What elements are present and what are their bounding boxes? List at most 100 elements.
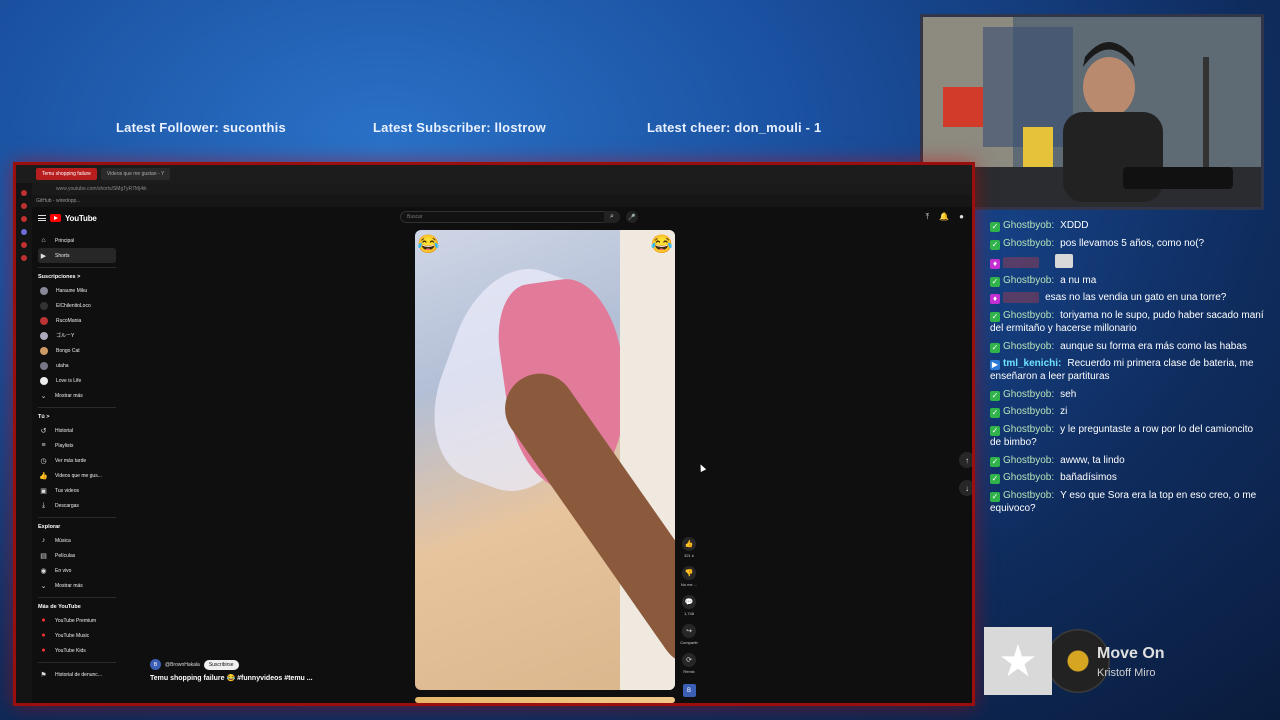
channel-handle[interactable]: @BrownHakala bbox=[165, 662, 200, 668]
tab-active[interactable]: Temu shopping failure bbox=[36, 168, 97, 180]
tab-bar: Temu shopping failure Videos que me gust… bbox=[16, 165, 972, 183]
video-icon: ▣ bbox=[40, 487, 47, 495]
rail-icon[interactable] bbox=[21, 255, 27, 261]
chat-username[interactable]: Ghostbyob: bbox=[1003, 238, 1054, 249]
yt-sidebar: YouTube ⌂ Principal ▶ Shorts Suscripcion… bbox=[32, 207, 122, 703]
tab-liked-videos[interactable]: Videos que me gustan - Y bbox=[100, 168, 171, 180]
chat-username[interactable] bbox=[1003, 292, 1040, 304]
check-badge-icon: ✓ bbox=[990, 342, 1000, 353]
chat-username[interactable]: Ghostbyob: bbox=[1003, 310, 1054, 321]
chat-message: ✓ Ghostbyob: toriyama no le supo, pudo hab… bbox=[990, 309, 1266, 335]
chat-username[interactable]: Ghostbyob: bbox=[1003, 406, 1054, 417]
channel-avatar bbox=[40, 376, 48, 385]
nav-label: Playlists bbox=[55, 442, 74, 449]
search-icon[interactable]: ⌕ bbox=[604, 211, 620, 223]
sub-label: ゴルーY bbox=[56, 333, 75, 339]
url-text[interactable]: www.youtube.com/shorts/SMgTyR7Mj4ik bbox=[56, 186, 147, 192]
subscriptions-title[interactable]: Suscripciones > bbox=[38, 274, 116, 280]
rail-icon[interactable] bbox=[21, 190, 27, 196]
sub-item[interactable]: utaha bbox=[38, 358, 116, 373]
chat-message: ✓ Ghostbyob: bañadísimos bbox=[990, 471, 1266, 485]
nav-movies[interactable]: ▤ Películas bbox=[38, 548, 116, 563]
mic-icon[interactable]: 🎤 bbox=[626, 211, 638, 223]
nav-yt-kids[interactable]: ● YouTube Kids bbox=[38, 643, 116, 658]
like-icon[interactable]: 👍 bbox=[682, 537, 696, 551]
channel-thumbnail[interactable]: B bbox=[682, 684, 696, 697]
chat-message: ✓ Ghostbyob: y le preguntaste a row por lo… bbox=[990, 423, 1266, 449]
yt-logo[interactable]: YouTube bbox=[38, 211, 116, 225]
bookmark-github[interactable]: GitHub - wiredopp... bbox=[36, 198, 80, 204]
nav-live[interactable]: ◉ En vivo bbox=[38, 563, 116, 578]
chat-username[interactable]: Ghostbyob: bbox=[1003, 220, 1054, 231]
share-icon[interactable]: ↪ bbox=[682, 624, 696, 638]
nav-yt-music[interactable]: ● YouTube Music bbox=[38, 628, 116, 643]
comment-icon[interactable]: 💬 bbox=[682, 595, 696, 609]
sub-item[interactable]: ゴルーY bbox=[38, 328, 116, 343]
chat-username[interactable]: tml_kenichi: bbox=[1003, 358, 1061, 369]
nav-principal[interactable]: ⌂ Principal bbox=[38, 233, 116, 248]
nav-liked[interactable]: 👍 Videos que me gus... bbox=[38, 468, 116, 483]
nav-explore-more[interactable]: ⌄ Mostrar más bbox=[38, 578, 116, 593]
youtube-page: YouTube ⌂ Principal ▶ Shorts Suscripcion… bbox=[32, 207, 972, 703]
chat-username[interactable]: Ghostbyob: bbox=[1003, 472, 1054, 483]
nav-yt-premium[interactable]: ● YouTube Premium bbox=[38, 613, 116, 628]
nav-label: Películas bbox=[55, 552, 76, 559]
arrow-down-icon[interactable]: ↓ bbox=[959, 480, 972, 496]
chat-username[interactable]: Ghostbyob: bbox=[1003, 389, 1054, 400]
address-bar[interactable]: www.youtube.com/shorts/SMgTyR7Mj4ik bbox=[16, 183, 972, 195]
you-title[interactable]: Tú > bbox=[38, 414, 116, 420]
subscribe-button[interactable]: Suscribirse bbox=[203, 659, 239, 670]
nav-report-history[interactable]: ⚑ Historial de denunc... bbox=[38, 667, 116, 682]
chevron-down-icon: ⌄ bbox=[40, 582, 47, 590]
channel-avatar bbox=[40, 301, 48, 310]
sub-label: RucoMania bbox=[56, 317, 82, 324]
nav-playlists[interactable]: ≡ Playlists bbox=[38, 438, 116, 453]
sub-item[interactable]: RucoMania bbox=[38, 313, 116, 328]
rail-icon[interactable] bbox=[21, 242, 27, 248]
nav-downloads[interactable]: ⤓ Descargas bbox=[38, 498, 116, 513]
chat-username[interactable]: Ghostbyob: bbox=[1003, 455, 1054, 466]
chat-username[interactable] bbox=[1003, 257, 1040, 269]
bell-icon[interactable]: 🔔 bbox=[939, 212, 949, 222]
dislike-icon[interactable]: 👎 bbox=[682, 566, 696, 580]
chat-text: awww, ta lindo bbox=[1060, 454, 1125, 466]
music-icon: ♪ bbox=[41, 537, 46, 544]
check-badge-icon: ✓ bbox=[990, 456, 1000, 467]
sub-item[interactable]: Haraune Miku bbox=[38, 283, 116, 298]
short-title[interactable]: Temu shopping failure 😂 #funnyvideos #te… bbox=[150, 674, 313, 682]
rail-icon[interactable] bbox=[21, 216, 27, 222]
sub-item[interactable]: Love is Life bbox=[38, 373, 116, 388]
nav-watch-later[interactable]: ◷ Ver más tarde bbox=[38, 453, 116, 468]
gem-badge-icon: ♦ bbox=[990, 294, 1000, 305]
upload-icon[interactable]: ⤒ bbox=[926, 212, 930, 222]
check-badge-icon: ✓ bbox=[990, 390, 1000, 401]
search-input[interactable]: Buscar bbox=[400, 211, 610, 223]
share-label: Compartir bbox=[680, 640, 698, 645]
channel-avatar bbox=[40, 361, 48, 370]
nav-shorts[interactable]: ▶ Shorts bbox=[38, 248, 116, 263]
sub-label: Haraune Miku bbox=[56, 287, 88, 294]
short-video-player[interactable]: 😂 😂 bbox=[415, 230, 675, 690]
channel-avatar[interactable]: B bbox=[150, 659, 161, 670]
nav-music[interactable]: ♪ Música bbox=[38, 533, 116, 548]
show-more-subs[interactable]: ⌄ Mostrar más bbox=[38, 388, 116, 403]
sub-item[interactable]: Bongo Cat bbox=[38, 343, 116, 358]
chat-message: ✓ Ghostbyob: zi bbox=[990, 405, 1266, 419]
chat-username[interactable]: Ghostbyob: bbox=[1003, 275, 1054, 286]
next-short-preview[interactable] bbox=[415, 697, 675, 703]
chat-message: ✓ Ghostbyob: pos llevamos 5 años, como no(… bbox=[990, 237, 1266, 250]
remix-icon[interactable]: ⟳ bbox=[682, 653, 696, 667]
menu-icon[interactable] bbox=[38, 215, 46, 221]
arrow-up-icon[interactable]: ↑ bbox=[959, 452, 972, 468]
chat-username[interactable]: Ghostbyob: bbox=[1003, 341, 1054, 352]
nav-history[interactable]: ↺ Historial bbox=[38, 423, 116, 438]
chat-username[interactable]: Ghostbyob: bbox=[1003, 424, 1054, 435]
sub-item[interactable]: ElChilenitoLoco bbox=[38, 298, 116, 313]
short-navigation: ↑ ↓ bbox=[959, 452, 972, 496]
rail-icon[interactable] bbox=[21, 203, 27, 209]
chat-username[interactable]: Ghostbyob: bbox=[1003, 490, 1054, 501]
home-icon: ⌂ bbox=[41, 237, 46, 244]
nav-your-videos[interactable]: ▣ Tus videos bbox=[38, 483, 116, 498]
rail-icon[interactable] bbox=[21, 229, 27, 235]
avatar[interactable]: ● bbox=[959, 212, 964, 222]
